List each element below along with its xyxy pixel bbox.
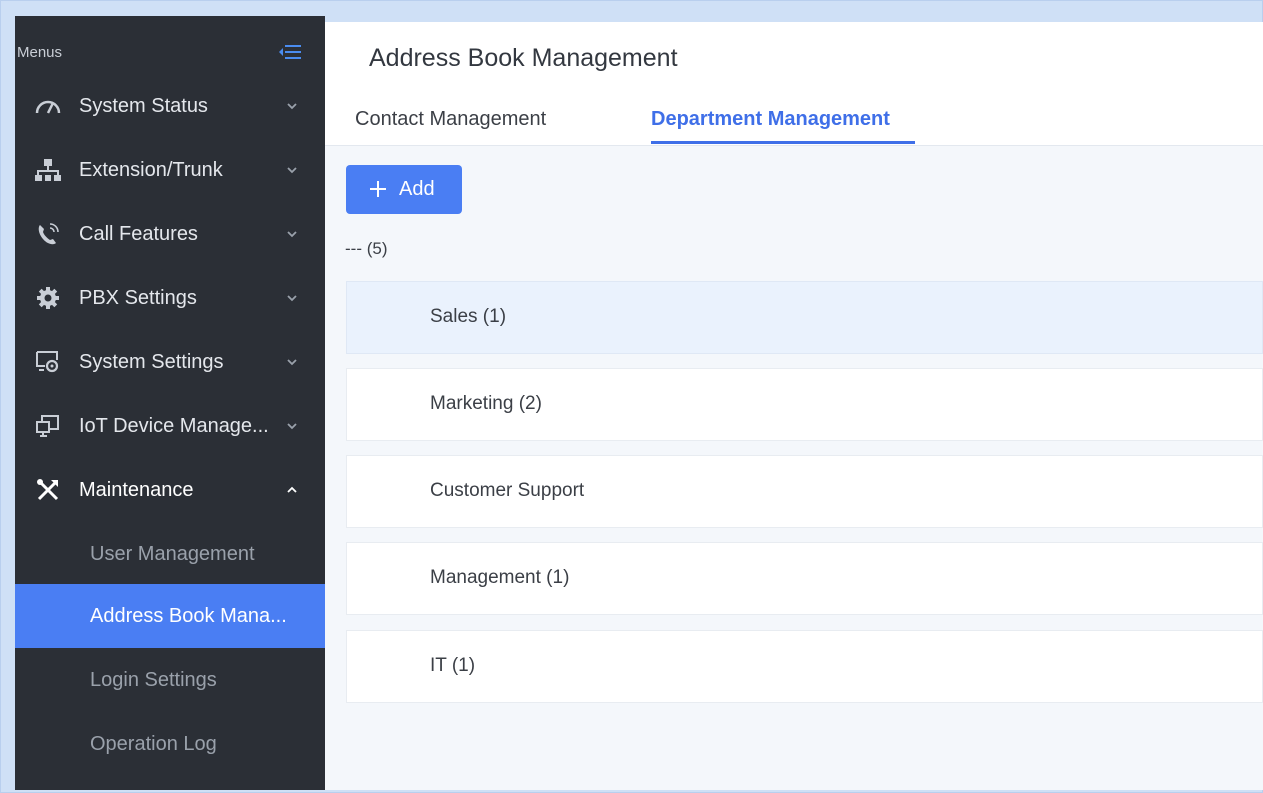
sidebar-subitem-login-settings[interactable]: Login Settings [15,648,325,712]
sidebar-subitem-label: Address Book Mana... [90,604,287,627]
department-label: IT (1) [430,655,476,676]
page-title: Address Book Management [369,44,678,72]
sidebar-item-label: IoT Device Manage... [79,414,269,437]
chevron-down-icon [285,291,299,305]
sidebar-item-label: PBX Settings [79,286,197,309]
department-row-management[interactable]: Management (1) [346,542,1263,615]
department-label: Customer Support [430,480,585,501]
sidebar-item-pbx-settings[interactable]: PBX Settings [15,266,325,330]
department-row-sales[interactable]: Sales (1) [346,281,1263,354]
department-row-it[interactable]: IT (1) [346,630,1263,703]
add-department-button[interactable]: Add [346,165,462,214]
department-label: Sales (1) [430,306,507,327]
sidebar-item-label: System Status [79,94,208,117]
phone-icon [35,221,61,247]
tab-contact-management[interactable]: Contact Management [355,108,546,131]
sidebar: Menus System Status Extension/Trunk Call… [15,16,325,790]
page-header: Address Book Management Contact Manageme… [325,22,1263,146]
screen-gear-icon [35,349,61,375]
chevron-down-icon [285,227,299,241]
department-row-customer-support[interactable]: Customer Support [346,455,1263,528]
devices-icon [35,413,61,439]
sidebar-item-label: System Settings [79,350,224,373]
department-root-label: --- (5) [345,239,388,258]
gear-icon [35,285,61,311]
active-tab-indicator [651,141,915,144]
sidebar-subitem-label: Login Settings [90,668,217,691]
network-icon [35,157,61,183]
sidebar-subitem-address-book-management[interactable]: Address Book Mana... [15,584,325,648]
main-content: Address Book Management Contact Manageme… [325,22,1263,790]
sidebar-item-call-features[interactable]: Call Features [15,202,325,266]
sidebar-item-extension-trunk[interactable]: Extension/Trunk [15,138,325,202]
sidebar-item-system-settings[interactable]: System Settings [15,330,325,394]
department-row-marketing[interactable]: Marketing (2) [346,368,1263,441]
menus-label: Menus [17,44,63,61]
chevron-up-icon [285,483,299,497]
tab-department-management[interactable]: Department Management [651,108,890,131]
chevron-down-icon [285,99,299,113]
sidebar-subitem-user-management[interactable]: User Management [15,522,325,586]
department-label: Management (1) [430,567,570,588]
plus-icon [368,179,388,199]
sidebar-item-maintenance[interactable]: Maintenance [15,458,325,522]
gauge-icon [35,93,61,119]
collapse-menu-icon[interactable] [277,42,303,62]
sidebar-subitem-label: User Management [90,542,255,565]
add-button-label: Add [399,178,435,200]
chevron-down-icon [285,163,299,177]
tools-icon [35,477,61,503]
sidebar-item-system-status[interactable]: System Status [15,74,325,138]
chevron-down-icon [285,419,299,433]
sidebar-item-label: Call Features [79,222,198,245]
sidebar-item-iot-device-management[interactable]: IoT Device Manage... [15,394,325,458]
chevron-down-icon [285,355,299,369]
menus-header: Menus [15,16,325,74]
sidebar-item-label: Extension/Trunk [79,158,223,181]
department-label: Marketing (2) [430,393,542,414]
sidebar-subitem-label: Operation Log [90,732,217,755]
sidebar-item-label: Maintenance [79,478,194,501]
sidebar-subitem-operation-log[interactable]: Operation Log [15,712,325,776]
